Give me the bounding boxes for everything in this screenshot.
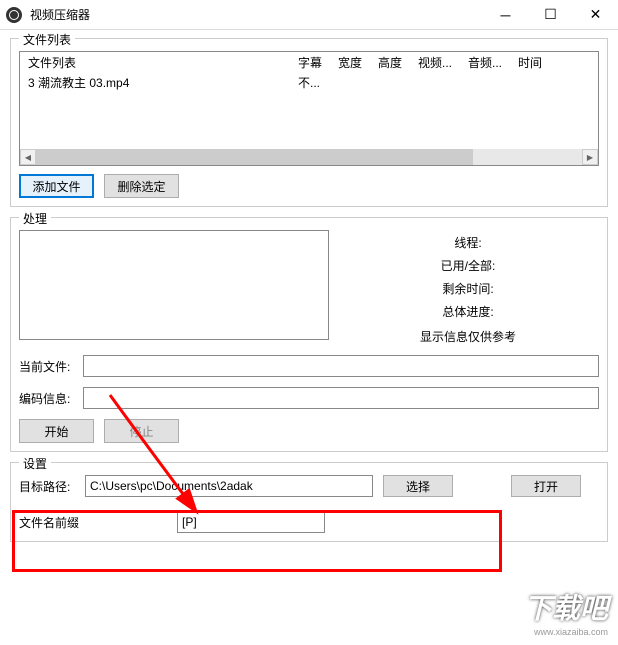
watermark: 下载吧 www.xiazaiba.com: [524, 587, 608, 637]
add-file-button[interactable]: 添加文件: [19, 174, 94, 198]
maximize-button[interactable]: ☐: [528, 0, 573, 30]
stop-button[interactable]: 停止: [104, 419, 179, 443]
stat-remaining: 剩余时间:: [337, 280, 599, 297]
target-path-label: 目标路径:: [19, 478, 75, 495]
minimize-button[interactable]: ─: [483, 0, 528, 30]
scroll-thumb[interactable]: [36, 149, 473, 165]
encoding-label: 编码信息:: [19, 390, 77, 407]
file-table: 文件列表 字幕 宽度 高度 视频... 音频... 时间 3 潮流教主 03.m…: [19, 51, 599, 166]
processing-group-label: 处理: [19, 210, 51, 227]
app-icon: [6, 7, 22, 23]
watermark-url: www.xiazaiba.com: [524, 627, 608, 637]
cell-file: 3 潮流教主 03.mp4: [28, 74, 298, 91]
file-list-group: 文件列表 文件列表 字幕 宽度 高度 视频... 音频... 时间 3 潮流教主…: [10, 38, 608, 207]
current-file-input[interactable]: [83, 355, 599, 377]
table-row[interactable]: 3 潮流教主 03.mp4 不...: [28, 72, 598, 92]
prefix-input[interactable]: [177, 511, 325, 533]
file-list-group-label: 文件列表: [19, 31, 75, 48]
target-path-input[interactable]: [85, 475, 373, 497]
settings-group-label: 设置: [19, 455, 51, 472]
col-file[interactable]: 文件列表: [28, 54, 298, 71]
watermark-logo: 下载吧: [524, 587, 608, 627]
scroll-right-icon[interactable]: ▶: [582, 149, 598, 165]
table-header: 文件列表 字幕 宽度 高度 视频... 音频... 时间: [20, 52, 598, 72]
cell-subtitle: 不...: [298, 74, 338, 91]
titlebar: 视频压缩器 ─ ☐ ✕: [0, 0, 618, 30]
delete-selected-button[interactable]: 删除选定: [104, 174, 179, 198]
col-height[interactable]: 高度: [378, 54, 418, 71]
table-body: 3 潮流教主 03.mp4 不...: [20, 72, 598, 92]
stats-area: 线程: 已用/全部: 剩余时间: 总体进度: 显示信息仅供参考: [337, 230, 599, 345]
current-file-label: 当前文件:: [19, 358, 77, 375]
choose-button[interactable]: 选择: [383, 475, 453, 497]
col-width[interactable]: 宽度: [338, 54, 378, 71]
stat-overall: 总体进度:: [337, 303, 599, 320]
col-audio[interactable]: 音频...: [468, 54, 518, 71]
horizontal-scrollbar[interactable]: ◀ ▶: [20, 149, 598, 165]
col-video[interactable]: 视频...: [418, 54, 468, 71]
scroll-track[interactable]: [36, 149, 582, 165]
stat-used: 已用/全部:: [337, 257, 599, 274]
info-note: 显示信息仅供参考: [337, 328, 599, 345]
scroll-left-icon[interactable]: ◀: [20, 149, 36, 165]
progress-area: [19, 230, 329, 340]
col-subtitle[interactable]: 字幕: [298, 54, 338, 71]
processing-group: 处理 线程: 已用/全部: 剩余时间: 总体进度: 显示信息仅供参考 当前文件:…: [10, 217, 608, 452]
encoding-input[interactable]: [83, 387, 599, 409]
stat-threads: 线程:: [337, 234, 599, 251]
window-controls: ─ ☐ ✕: [483, 0, 618, 30]
window-title: 视频压缩器: [28, 6, 483, 23]
start-button[interactable]: 开始: [19, 419, 94, 443]
close-button[interactable]: ✕: [573, 0, 618, 30]
col-time[interactable]: 时间: [518, 54, 558, 71]
open-button[interactable]: 打开: [511, 475, 581, 497]
prefix-label: 文件名前缀: [19, 514, 89, 531]
settings-group: 设置 目标路径: 选择 打开 文件名前缀: [10, 462, 608, 542]
